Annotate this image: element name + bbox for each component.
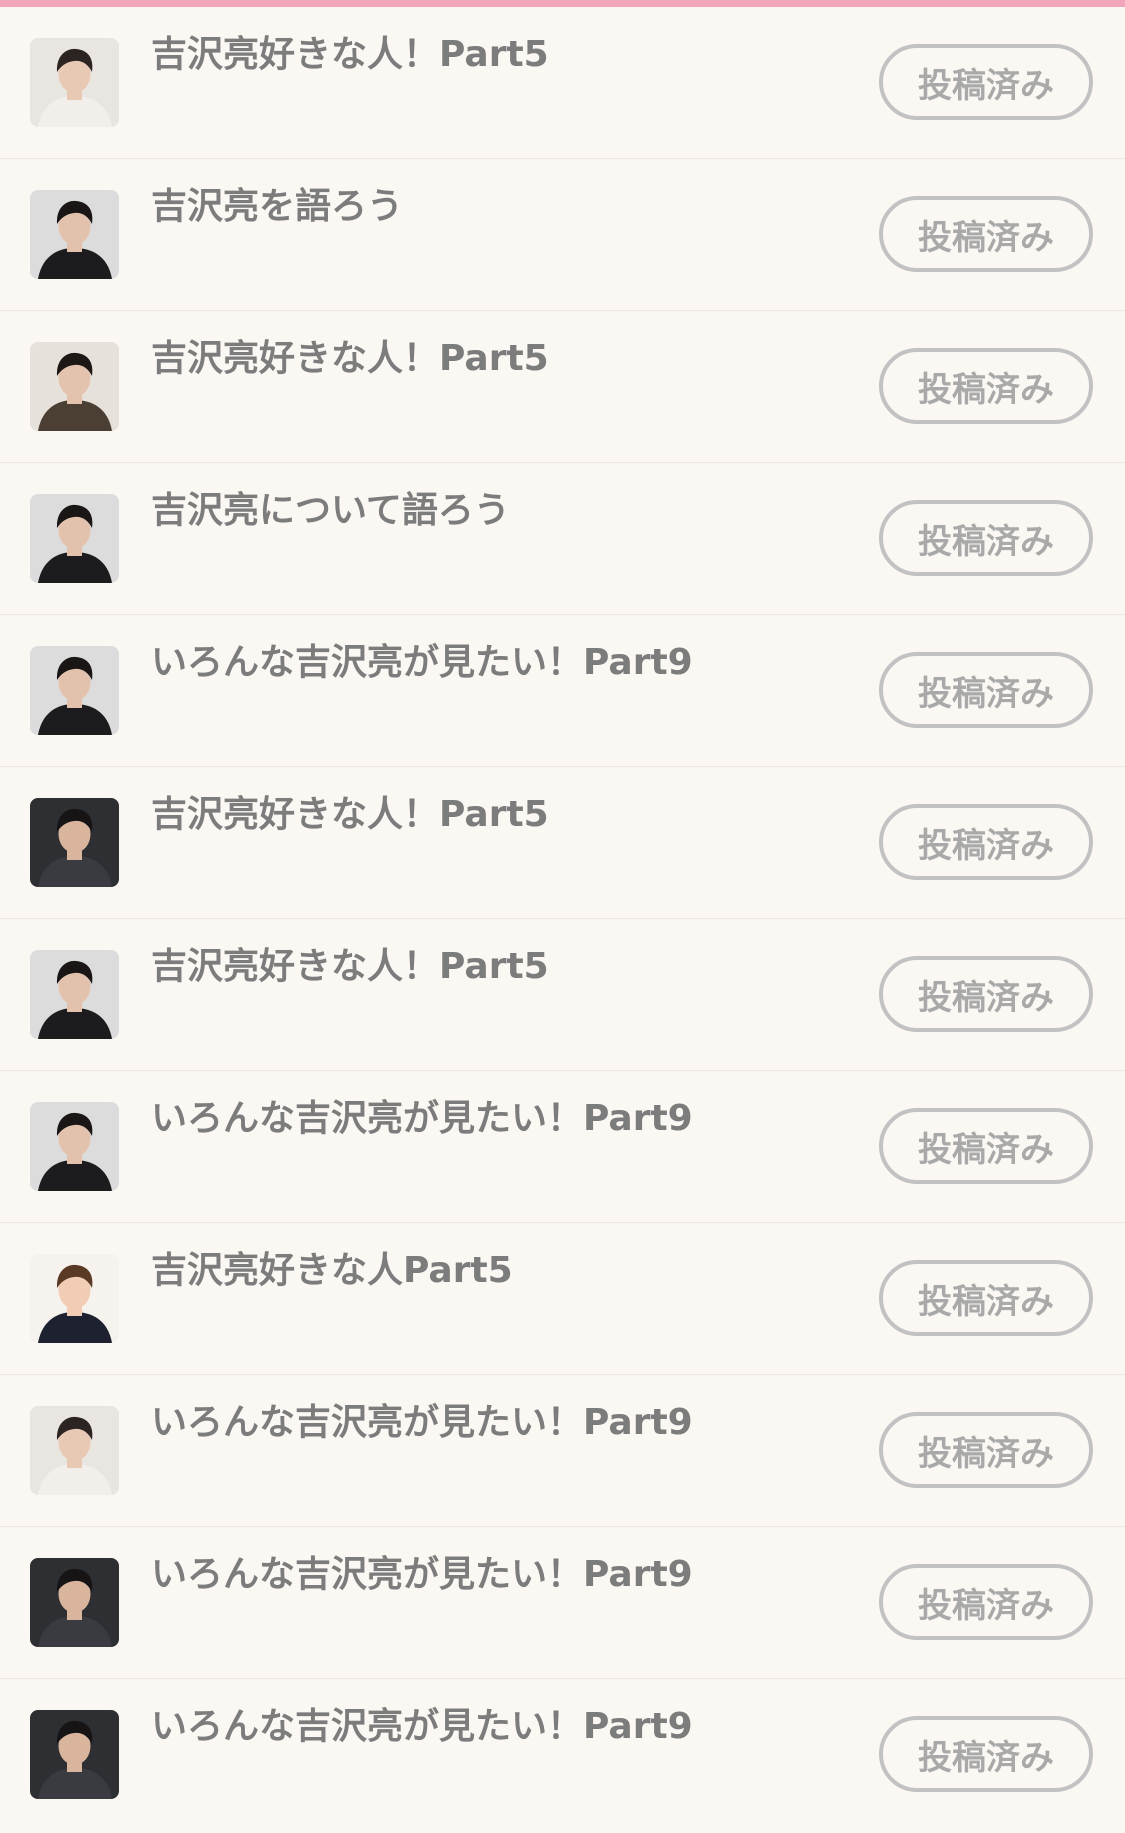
thread-row[interactable]: いろんな吉沢亮が見たい！Part9 投稿済み: [0, 1527, 1125, 1679]
thread-title[interactable]: 吉沢亮好きな人！Part5: [151, 793, 851, 837]
thread-title[interactable]: 吉沢亮好きな人！Part5: [151, 337, 851, 381]
thread-title[interactable]: 吉沢亮を語ろう: [151, 185, 851, 229]
posted-button[interactable]: 投稿済み: [879, 1412, 1093, 1488]
top-accent-bar: [0, 0, 1125, 7]
thread-thumbnail: [30, 38, 119, 127]
thread-thumbnail: [30, 190, 119, 279]
thread-title[interactable]: 吉沢亮好きな人！Part5: [151, 945, 851, 989]
thread-title[interactable]: 吉沢亮について語ろう: [151, 489, 851, 533]
thread-row[interactable]: いろんな吉沢亮が見たい！Part9 投稿済み: [0, 615, 1125, 767]
posted-button[interactable]: 投稿済み: [879, 804, 1093, 880]
thread-row[interactable]: 吉沢亮好きな人！Part5 投稿済み: [0, 311, 1125, 463]
thread-row[interactable]: 吉沢亮について語ろう 投稿済み: [0, 463, 1125, 615]
posted-button[interactable]: 投稿済み: [879, 1260, 1093, 1336]
thread-thumbnail: [30, 1254, 119, 1343]
posted-button[interactable]: 投稿済み: [879, 652, 1093, 728]
thread-thumbnail: [30, 950, 119, 1039]
thread-title[interactable]: いろんな吉沢亮が見たい！Part9: [151, 1705, 851, 1749]
posted-button[interactable]: 投稿済み: [879, 500, 1093, 576]
thread-row[interactable]: いろんな吉沢亮が見たい！Part9 投稿済み: [0, 1679, 1125, 1831]
posted-button[interactable]: 投稿済み: [879, 1564, 1093, 1640]
thread-row[interactable]: 吉沢亮好きな人！Part5 投稿済み: [0, 767, 1125, 919]
thread-thumbnail: [30, 646, 119, 735]
thread-row[interactable]: 吉沢亮好きな人！Part5 投稿済み: [0, 919, 1125, 1071]
thread-title[interactable]: いろんな吉沢亮が見たい！Part9: [151, 1401, 851, 1445]
thread-thumbnail: [30, 342, 119, 431]
thread-title[interactable]: いろんな吉沢亮が見たい！Part9: [151, 641, 851, 685]
posted-button[interactable]: 投稿済み: [879, 956, 1093, 1032]
thread-title[interactable]: 吉沢亮好きな人Part5: [151, 1249, 851, 1293]
posted-button[interactable]: 投稿済み: [879, 1108, 1093, 1184]
thread-row[interactable]: いろんな吉沢亮が見たい！Part9 投稿済み: [0, 1375, 1125, 1527]
thread-row[interactable]: いろんな吉沢亮が見たい！Part9 投稿済み: [0, 1071, 1125, 1223]
posted-button[interactable]: 投稿済み: [879, 196, 1093, 272]
posted-button[interactable]: 投稿済み: [879, 348, 1093, 424]
thread-thumbnail: [30, 1558, 119, 1647]
posted-button[interactable]: 投稿済み: [879, 44, 1093, 120]
thread-thumbnail: [30, 494, 119, 583]
thread-row[interactable]: 吉沢亮好きな人！Part5 投稿済み: [0, 7, 1125, 159]
thread-row[interactable]: 吉沢亮好きな人Part5 投稿済み: [0, 1223, 1125, 1375]
thread-title[interactable]: 吉沢亮好きな人！Part5: [151, 33, 851, 77]
thread-list: 吉沢亮好きな人！Part5 投稿済み 吉沢亮を語ろう 投稿済み 吉沢亮好きな人！Part…: [0, 7, 1125, 1831]
thread-row[interactable]: 吉沢亮を語ろう 投稿済み: [0, 159, 1125, 311]
thread-thumbnail: [30, 1102, 119, 1191]
thread-thumbnail: [30, 1710, 119, 1799]
thread-thumbnail: [30, 798, 119, 887]
thread-thumbnail: [30, 1406, 119, 1495]
thread-title[interactable]: いろんな吉沢亮が見たい！Part9: [151, 1553, 851, 1597]
thread-title[interactable]: いろんな吉沢亮が見たい！Part9: [151, 1097, 851, 1141]
posted-button[interactable]: 投稿済み: [879, 1716, 1093, 1792]
